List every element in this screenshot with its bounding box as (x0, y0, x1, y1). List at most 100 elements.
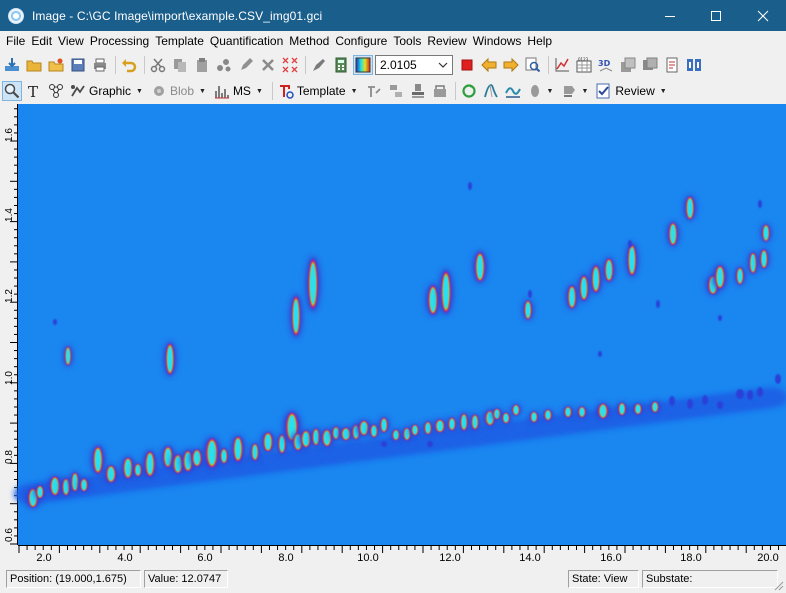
zoom-value: 2.0105 (380, 58, 417, 72)
cut-button[interactable] (148, 55, 168, 75)
menu-processing[interactable]: Processing (87, 31, 152, 51)
peak-blob (629, 247, 635, 273)
delete-button[interactable] (258, 55, 278, 75)
baseline-button[interactable] (503, 81, 523, 101)
compare-icon (687, 59, 701, 71)
import-button[interactable] (2, 55, 22, 75)
print-button[interactable] (90, 55, 110, 75)
menu-windows[interactable]: Windows (470, 31, 525, 51)
edit-tool-button[interactable] (236, 55, 256, 75)
text-tool-button[interactable]: T (24, 81, 44, 101)
open-button[interactable] (24, 55, 44, 75)
review-dropdown[interactable]: Review ▼ (594, 80, 669, 102)
menu-help[interactable]: Help (524, 31, 555, 51)
peak-blob (598, 351, 602, 357)
menu-quantification[interactable]: Quantification (207, 31, 286, 51)
caret-down-icon[interactable]: ▼ (547, 88, 554, 95)
refresh-button[interactable] (459, 81, 479, 101)
menu-configure[interactable]: Configure (332, 31, 390, 51)
molecule-tool-button[interactable] (46, 81, 66, 101)
template-dropdown[interactable]: Template ▼ (276, 80, 361, 102)
peak-detect-button[interactable] (481, 81, 501, 101)
back-button[interactable] (479, 55, 499, 75)
resize-grip-icon[interactable] (774, 581, 784, 591)
ms-dropdown[interactable]: MS ▼ (212, 80, 266, 102)
blob-detect-button[interactable] (525, 81, 545, 101)
peak-blob (66, 348, 70, 364)
template-edit-button[interactable] (364, 81, 384, 101)
close-button[interactable] (740, 0, 786, 31)
peak-blob (333, 428, 339, 438)
peak-blob (235, 439, 241, 459)
zoom-tool-button[interactable] (2, 81, 22, 101)
undo-button[interactable] (119, 55, 139, 75)
stop-button[interactable] (457, 55, 477, 75)
arrow-right-icon (503, 57, 519, 73)
peak-blob (404, 429, 410, 439)
table-button[interactable]: 0123 (574, 55, 594, 75)
menu-tools[interactable]: Tools (390, 31, 424, 51)
stack-button[interactable] (618, 55, 638, 75)
plot-button[interactable] (552, 55, 572, 75)
colormap-button[interactable] (353, 55, 373, 75)
calculator-button[interactable] (331, 55, 351, 75)
peak-blob (472, 416, 478, 428)
minimize-icon (665, 15, 675, 17)
peak-detect-icon (483, 84, 498, 98)
view-3d-button[interactable]: 3D (596, 55, 616, 75)
mask-button[interactable] (559, 81, 579, 101)
report-button[interactable] (662, 55, 682, 75)
peak-blob (443, 275, 449, 309)
open-recent-button[interactable] (46, 55, 66, 75)
paste-button[interactable] (192, 55, 212, 75)
peak-blob (95, 449, 101, 471)
menu-review[interactable]: Review (424, 31, 469, 51)
zoom-combo[interactable]: 2.0105 (375, 55, 453, 75)
overlay-button[interactable] (640, 55, 660, 75)
delete-all-button[interactable] (280, 55, 300, 75)
peak-blob (477, 255, 483, 279)
template-move-button[interactable] (386, 81, 406, 101)
save-button[interactable] (68, 55, 88, 75)
menu-view[interactable]: View (55, 31, 87, 51)
menu-edit[interactable]: Edit (28, 31, 55, 51)
peak-blob (167, 346, 173, 372)
close-icon (757, 10, 769, 21)
graphic-dropdown[interactable]: Graphic ▼ (68, 80, 146, 102)
template-apply-button[interactable] (430, 81, 450, 101)
brush-button[interactable] (309, 55, 329, 75)
peak-blob (593, 268, 599, 290)
toolbar-separator (115, 56, 116, 74)
chromatogram-image[interactable]: 2.0 4.0 6.0 8.0 10.0 12.0 14.0 16.0 18.0… (0, 104, 786, 566)
import-icon (5, 58, 19, 71)
blob-dropdown[interactable]: Blob ▼ (149, 80, 209, 102)
menu-method[interactable]: Method (286, 31, 332, 51)
caret-down-icon[interactable]: ▼ (581, 88, 588, 95)
template-move-icon (389, 85, 402, 97)
blob-select-button[interactable] (214, 55, 234, 75)
copy-button[interactable] (170, 55, 190, 75)
ms-label: MS (232, 84, 251, 98)
forward-button[interactable] (501, 55, 521, 75)
peak-blob (52, 478, 58, 494)
peak-blob (750, 254, 756, 272)
minimize-button[interactable] (647, 0, 693, 31)
peak-blob (81, 480, 87, 490)
compare-button[interactable] (684, 55, 704, 75)
peak-blob (652, 402, 658, 412)
scissors-icon (150, 58, 166, 73)
peak-blob (737, 269, 743, 283)
peak-blob (635, 404, 641, 414)
peak-blob (449, 419, 455, 429)
menu-template[interactable]: Template (152, 31, 207, 51)
image-view[interactable]: 2.0 4.0 6.0 8.0 10.0 12.0 14.0 16.0 18.0… (0, 104, 786, 566)
peak-blob (221, 450, 227, 462)
menu-file[interactable]: File (3, 31, 28, 51)
title-bar[interactable]: Image - C:\GC Image\import\example.CSV_i… (0, 0, 786, 31)
arrow-left-icon (481, 57, 497, 73)
zoom-fit-button[interactable] (523, 55, 543, 75)
maximize-button[interactable] (693, 0, 739, 31)
graphic-label: Graphic (89, 84, 132, 98)
stamp-button[interactable] (408, 81, 428, 101)
window-title: Image - C:\GC Image\import\example.CSV_i… (32, 8, 323, 23)
